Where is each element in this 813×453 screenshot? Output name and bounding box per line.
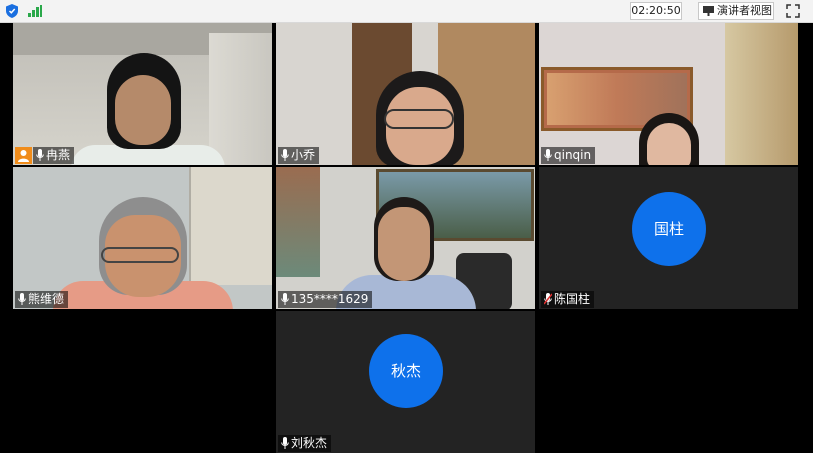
microphone-muted-icon [544,293,552,305]
participant-name: 小乔 [291,148,316,162]
microphone-icon [281,149,289,161]
participant-name-tag: 冉燕 [33,147,75,164]
microphone-icon [544,149,552,161]
participant-avatar: 秋杰 [369,334,443,408]
security-shield-icon[interactable] [6,4,18,18]
participant-name: 刘秋杰 [291,436,328,450]
video-tile[interactable]: 冉燕 [13,23,272,165]
microphone-icon [281,437,289,449]
participant-name-tag: 熊维德 [15,291,69,308]
participant-avatar: 国柱 [632,192,706,266]
microphone-icon [36,149,44,161]
participant-name-tag: 小乔 [278,147,320,164]
host-icon [15,147,32,164]
meeting-toolbar: 02:20:50 演讲者视图 [0,0,813,23]
fullscreen-icon[interactable] [786,4,800,18]
microphone-icon [18,293,26,305]
participant-name: 陈国柱 [554,292,591,306]
participant-name: 熊维德 [28,292,65,306]
participant-name-tag: 陈国柱 [541,291,595,308]
participant-name: qinqin [554,148,592,162]
participant-name: 冉燕 [46,148,71,162]
presenter-view-button[interactable]: 演讲者视图 [698,2,774,20]
video-tile[interactable]: 国柱 陈国柱 [539,167,798,309]
participant-name: 135****1629 [291,292,369,306]
microphone-icon [281,293,289,305]
video-tile[interactable]: qinqin [539,23,798,165]
participant-name-tag: qinqin [541,147,596,164]
participant-name-tag: 135****1629 [278,291,373,308]
video-tile[interactable]: 秋杰 刘秋杰 [276,311,535,453]
network-signal-icon[interactable] [28,5,42,17]
meeting-timer: 02:20:50 [630,2,682,20]
video-tile-active-speaker[interactable]: 135****1629 [276,167,535,309]
presenter-view-label: 演讲者视图 [717,4,772,17]
video-tile[interactable]: 小乔 [276,23,535,165]
participant-name-tag: 刘秋杰 [278,435,332,452]
video-tile[interactable]: 熊维德 [13,167,272,309]
presenter-view-icon [703,6,714,16]
video-gallery: 冉燕 小乔 qinqin 熊维德 135****1629 国柱 陈国柱 秋杰 刘… [10,23,802,453]
